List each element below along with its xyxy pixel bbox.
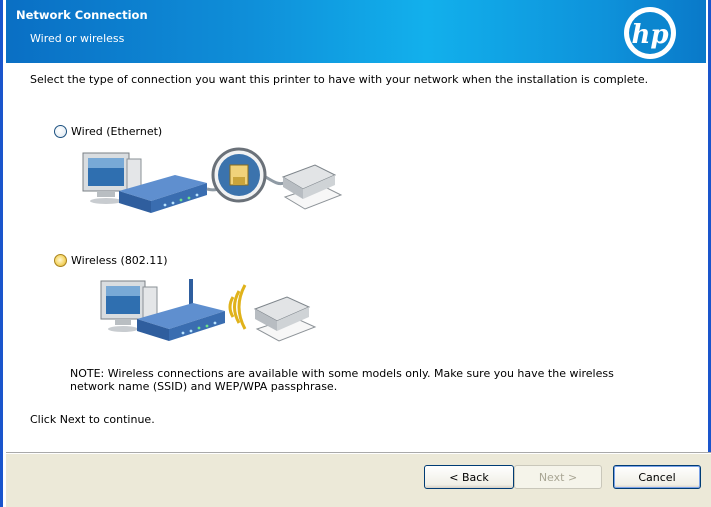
wired-illustration <box>82 147 343 213</box>
ethernet-jack-icon <box>211 147 267 203</box>
printer-icon <box>281 164 343 210</box>
back-button[interactable]: < Back <box>424 465 514 489</box>
printer-icon <box>253 296 317 342</box>
wired-option[interactable]: Wired (Ethernet) <box>54 125 162 138</box>
intro-text: Select the type of connection you want t… <box>30 73 649 86</box>
header-banner: Network Connection Wired or wireless hp <box>6 0 706 63</box>
wireless-option[interactable]: Wireless (802.11) <box>54 254 168 267</box>
page-subtitle: Wired or wireless <box>30 32 125 45</box>
page-title: Network Connection <box>16 8 148 22</box>
wireless-illustration <box>100 279 317 342</box>
wireless-signal-icon <box>228 284 247 330</box>
wired-label[interactable]: Wired (Ethernet) <box>71 125 162 138</box>
wireless-note: NOTE: Wireless connections are available… <box>70 367 614 393</box>
wireless-radio[interactable] <box>54 254 67 267</box>
next-button[interactable]: Next > <box>514 465 602 489</box>
hp-logo-text: hp <box>631 20 668 50</box>
button-bar: < Back Next > Cancel <box>6 454 711 507</box>
wireless-label[interactable]: Wireless (802.11) <box>71 254 168 267</box>
installer-window: Network Connection Wired or wireless hp … <box>0 0 711 507</box>
wired-radio[interactable] <box>54 125 67 138</box>
hp-logo-icon: hp <box>622 5 678 63</box>
cancel-button[interactable]: Cancel <box>613 465 701 489</box>
continue-hint: Click Next to continue. <box>30 413 155 426</box>
